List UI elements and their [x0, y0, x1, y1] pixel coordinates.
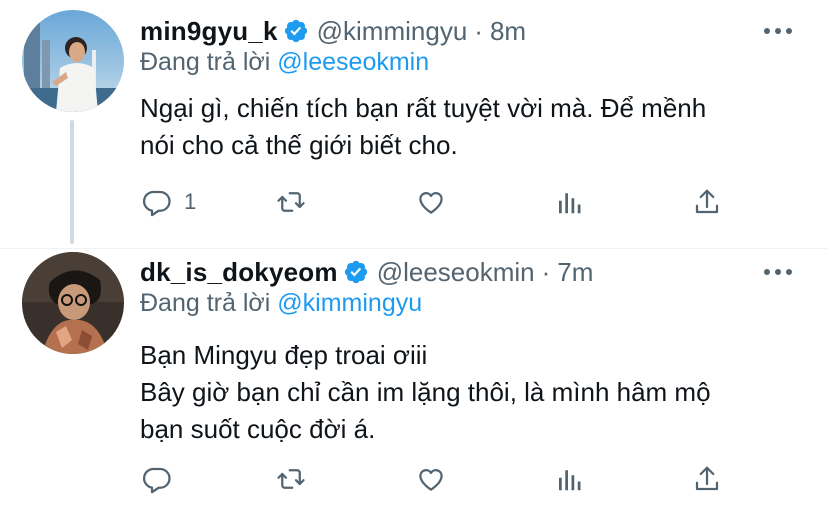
- avatar[interactable]: [22, 10, 124, 112]
- share-button[interactable]: [692, 184, 722, 220]
- tweet-text-line: Bạn Mingyu đẹp troai ơiii: [140, 340, 428, 370]
- analytics-icon: [559, 193, 581, 214]
- retweet-icon: [277, 469, 305, 489]
- tweet-actions: [140, 461, 760, 497]
- tweet-text-line: bạn suốt cuộc đời á.: [140, 414, 376, 444]
- reply-button[interactable]: 1: [142, 184, 196, 220]
- like-icon: [419, 469, 443, 491]
- replying-to: Đang trả lời @leeseokmin: [140, 48, 429, 77]
- thread-connector-line: [70, 120, 74, 244]
- reply-icon: [143, 190, 171, 217]
- more-options-icon[interactable]: [764, 262, 798, 282]
- user-handle[interactable]: @kimmingyu: [317, 16, 468, 47]
- replying-mention-link[interactable]: @leeseokmin: [277, 48, 429, 76]
- retweet-button[interactable]: [276, 461, 306, 497]
- tweet[interactable]: min9gyu_k @kimmingyu · 8m Đang trả lời @…: [0, 0, 828, 248]
- replying-to: Đang trả lời @kimmingyu: [140, 289, 422, 318]
- replying-prefix: Đang trả lời: [140, 48, 271, 76]
- tweet-header: dk_is_dokyeom @leeseokmin · 7m: [140, 254, 593, 290]
- display-name[interactable]: dk_is_dokyeom: [140, 257, 338, 288]
- share-icon: [695, 189, 719, 214]
- share-button[interactable]: [692, 461, 722, 497]
- like-button[interactable]: [416, 184, 446, 220]
- reply-icon: [143, 467, 171, 494]
- share-icon: [695, 466, 719, 491]
- verified-badge-icon: [284, 19, 307, 43]
- retweet-button[interactable]: [276, 184, 306, 220]
- analytics-button[interactable]: [554, 461, 584, 497]
- tweet-text: Bạn Mingyu đẹp troai ơiii Bây giờ bạn ch…: [140, 337, 800, 448]
- like-icon: [419, 192, 443, 214]
- analytics-button[interactable]: [554, 184, 584, 220]
- like-button[interactable]: [416, 461, 446, 497]
- replying-mention-link[interactable]: @kimmingyu: [277, 289, 422, 317]
- analytics-icon: [559, 470, 581, 491]
- user-handle[interactable]: @leeseokmin: [377, 257, 535, 288]
- avatar[interactable]: [22, 252, 124, 354]
- display-name[interactable]: min9gyu_k: [140, 16, 278, 47]
- tweet-text-line: Ngại gì, chiến tích bạn rất tuyệt vời mà…: [140, 93, 707, 123]
- more-options-icon[interactable]: [764, 21, 798, 41]
- reply-button[interactable]: [142, 461, 184, 497]
- tweet-text-line: nói cho cả thế giới biết cho.: [140, 130, 458, 160]
- timestamp[interactable]: 8m: [490, 16, 526, 47]
- tweet[interactable]: dk_is_dokyeom @leeseokmin · 7m Đang trả …: [0, 249, 828, 518]
- tweet-text-line: Bây giờ bạn chỉ cần im lặng thôi, là mìn…: [140, 377, 711, 407]
- replying-prefix: Đang trả lời: [140, 289, 271, 317]
- tweet-actions: 1: [140, 184, 760, 220]
- separator-dot: ·: [541, 256, 551, 287]
- separator-dot: ·: [474, 15, 483, 46]
- tweet-text: Ngại gì, chiến tích bạn rất tuyệt vời mà…: [140, 90, 800, 164]
- tweet-header: min9gyu_k @kimmingyu · 8m: [140, 13, 526, 49]
- retweet-icon: [277, 192, 305, 212]
- verified-badge-icon: [344, 260, 367, 284]
- timestamp[interactable]: 7m: [557, 257, 593, 288]
- reply-count: 1: [184, 189, 197, 214]
